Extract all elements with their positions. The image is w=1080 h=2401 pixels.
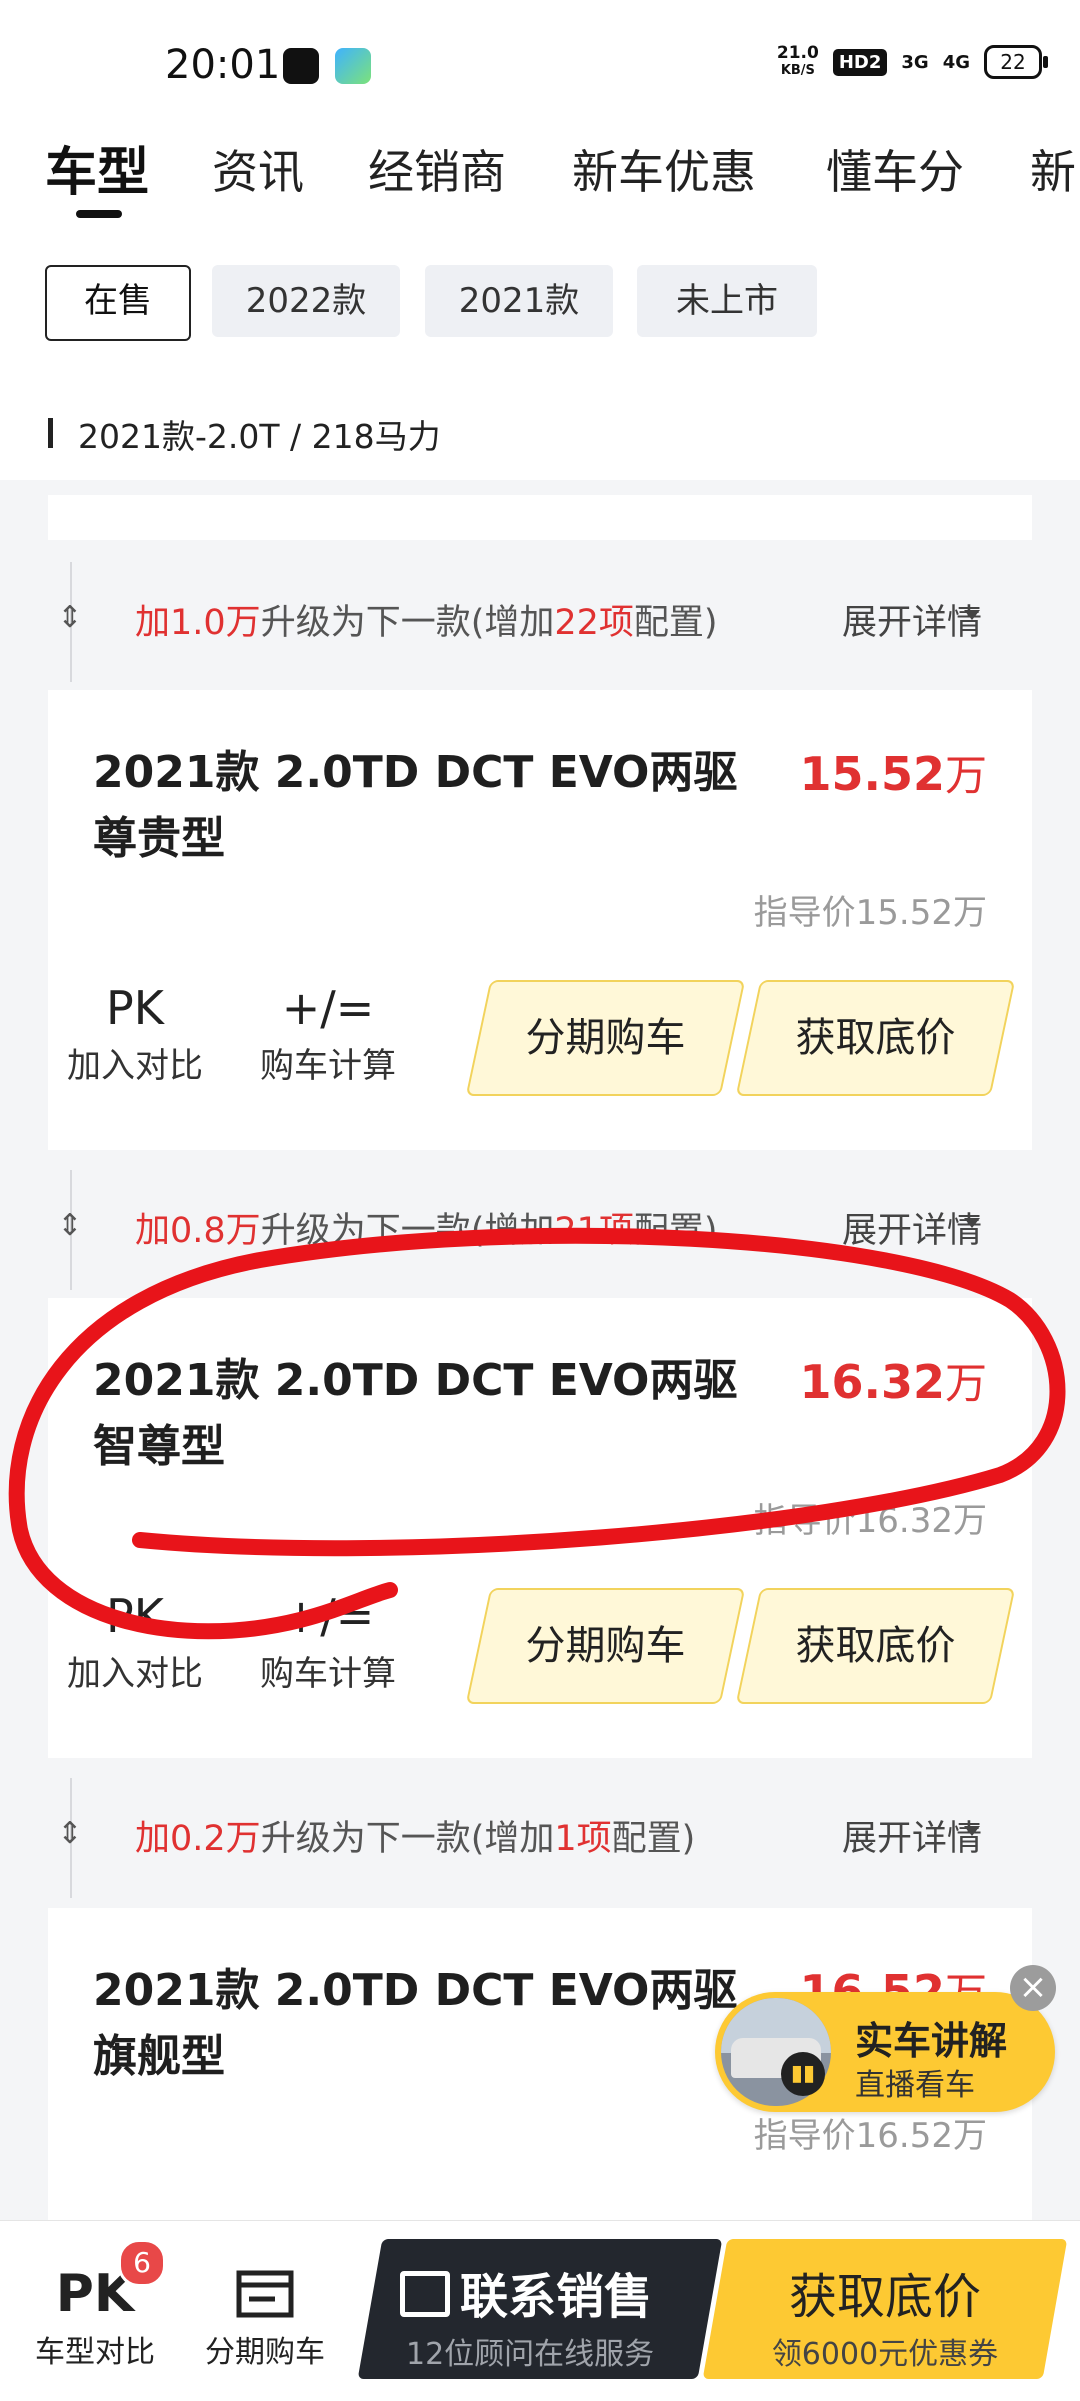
top-tabs: 车型 资讯 经销商 新车优惠 懂车分 新 <box>0 130 1080 230</box>
installment-button[interactable]: 分期购车 <box>465 1588 746 1704</box>
add-compare-button[interactable]: PK 加入对比 <box>60 1586 210 1695</box>
signal-3g-icon: 3G <box>901 51 929 73</box>
compare-count-badge: 6 <box>118 2239 166 2287</box>
guide-price: 指导价15.52万 <box>753 893 987 933</box>
get-price-bottom-button[interactable]: 获取底价 领6000元优惠券 <box>702 2239 1068 2379</box>
net-speed-unit: KB/S <box>780 63 815 78</box>
expand-details-link[interactable]: 展开详情 <box>842 1202 982 1253</box>
filter-2021[interactable]: 2021款 <box>425 265 613 337</box>
car-price: 15.52万 <box>799 747 987 801</box>
get-price-subtitle: 领6000元优惠券 <box>771 2337 999 2372</box>
active-tab-indicator <box>76 210 122 218</box>
battery-icon: 22 <box>984 45 1048 79</box>
tab-score[interactable]: 懂车分 <box>826 136 964 202</box>
compare-label: 车型对比 <box>35 2335 155 2370</box>
status-indicators: 21.0 KB/S HD2 3G 4G 22 <box>777 44 1048 80</box>
previous-card-bottom <box>48 495 1032 540</box>
pk-icon: PK <box>106 981 164 1035</box>
add-compare-button[interactable]: PK 加入对比 <box>60 978 210 1087</box>
signal-4g-icon: 4G <box>942 51 970 73</box>
calculator-icon: +/= <box>281 981 375 1035</box>
car-calc-button[interactable]: +/= 购车计算 <box>253 1586 403 1695</box>
filter-2022[interactable]: 2022款 <box>212 265 400 337</box>
hd-icon: HD2 <box>832 48 888 76</box>
get-price-title: 获取底价 <box>788 2269 981 2325</box>
tab-news[interactable]: 资讯 <box>212 136 304 202</box>
guide-price: 指导价16.52万 <box>753 2116 987 2156</box>
car-name: 2021款 2.0TD DCT EVO两驱智尊型 <box>93 1355 738 1472</box>
tiktok-icon <box>283 48 319 84</box>
card-icon <box>200 2261 330 2327</box>
expand-collapse-icon: ⇕ <box>57 1816 83 1851</box>
bottom-action-bar: PK 车型对比 6 分期购车 联系销售 12位顾问在线服务 获取底价 领6000… <box>0 2220 1080 2401</box>
upgrade-row[interactable]: ⇕ 加0.8万升级为下一款(增加21项配置) 展开详情 <box>0 1170 1080 1290</box>
guide-price: 指导价16.32万 <box>753 1501 987 1541</box>
filter-upcoming[interactable]: 未上市 <box>637 265 817 337</box>
tab-new-car-deals[interactable]: 新车优惠 <box>572 136 756 202</box>
video-app-icon <box>335 48 371 84</box>
add-compare-label: 加入对比 <box>67 1654 203 1694</box>
car-calc-label: 购车计算 <box>260 1046 396 1086</box>
upgrade-text: 加1.0万升级为下一款(增加22项配置) <box>135 603 718 643</box>
contact-sales-button[interactable]: 联系销售 12位顾问在线服务 <box>357 2239 723 2379</box>
filter-on-sale[interactable]: 在售 <box>45 265 191 341</box>
close-icon[interactable]: × <box>1010 1965 1056 2011</box>
expand-collapse-icon: ⇕ <box>57 1208 83 1243</box>
caret-down-icon <box>964 1218 980 1228</box>
tab-more[interactable]: 新 <box>1030 136 1076 202</box>
section-bar <box>48 418 53 448</box>
upgrade-text: 加0.8万升级为下一款(增加21项配置) <box>135 1211 718 1251</box>
installment-bottom-label: 分期购车 <box>205 2335 325 2370</box>
car-card[interactable]: 2021款 2.0TD DCT EVO两驱智尊型 16.32万 指导价16.32… <box>48 1298 1032 1758</box>
add-compare-label: 加入对比 <box>67 1046 203 1086</box>
caret-down-icon <box>964 610 980 620</box>
upgrade-row[interactable]: ⇕ 加0.2万升级为下一款(增加1项配置) 展开详情 <box>0 1778 1080 1898</box>
car-name: 2021款 2.0TD DCT EVO两驱尊贵型 <box>93 747 738 864</box>
contact-sales-subtitle: 12位顾问在线服务 <box>406 2337 655 2372</box>
get-lowest-price-button[interactable]: 获取底价 <box>735 1588 1016 1704</box>
tab-models[interactable]: 车型 <box>45 130 149 205</box>
expand-collapse-icon: ⇕ <box>57 600 83 635</box>
car-calc-button[interactable]: +/= 购车计算 <box>253 978 403 1087</box>
tab-dealers[interactable]: 经销商 <box>368 136 506 202</box>
contact-sales-title: 联系销售 <box>400 2257 652 2327</box>
net-speed: 21.0 KB/S <box>777 44 819 80</box>
live-title: 实车讲解 <box>855 2019 1008 2063</box>
live-audio-icon: ▮▮ <box>781 2052 825 2096</box>
car-card[interactable]: 2021款 2.0TD DCT EVO两驱尊贵型 15.52万 指导价15.52… <box>48 690 1032 1150</box>
status-time: 20:01 <box>165 42 281 88</box>
expand-details-link[interactable]: 展开详情 <box>842 1810 982 1861</box>
installment-bottom-button[interactable]: 分期购车 <box>200 2261 330 2371</box>
caret-down-icon <box>964 1826 980 1836</box>
section-label: 2021款-2.0T / 218马力 <box>78 417 441 456</box>
upgrade-text: 加0.2万升级为下一款(增加1项配置) <box>135 1819 696 1859</box>
net-speed-value: 21.0 <box>776 43 819 63</box>
chat-icon <box>400 2271 450 2317</box>
live-explain-widget[interactable]: ▮▮ 实车讲解 直播看车 <box>715 1992 1055 2112</box>
get-lowest-price-button[interactable]: 获取底价 <box>735 980 1016 1096</box>
expand-details-link[interactable]: 展开详情 <box>842 594 982 645</box>
calculator-icon: +/= <box>281 1589 375 1643</box>
upgrade-row[interactable]: ⇕ 加1.0万升级为下一款(增加22项配置) 展开详情 <box>0 562 1080 682</box>
car-price: 16.32万 <box>799 1355 987 1409</box>
status-bar: 20:01 21.0 KB/S HD2 3G 4G 22 <box>0 0 1080 120</box>
pk-icon: PK <box>106 1589 164 1643</box>
car-name: 2021款 2.0TD DCT EVO两驱旗舰型 <box>93 1965 738 2082</box>
live-subtitle: 直播看车 <box>855 2068 975 2103</box>
car-calc-label: 购车计算 <box>260 1654 396 1694</box>
installment-button[interactable]: 分期购车 <box>465 980 746 1096</box>
